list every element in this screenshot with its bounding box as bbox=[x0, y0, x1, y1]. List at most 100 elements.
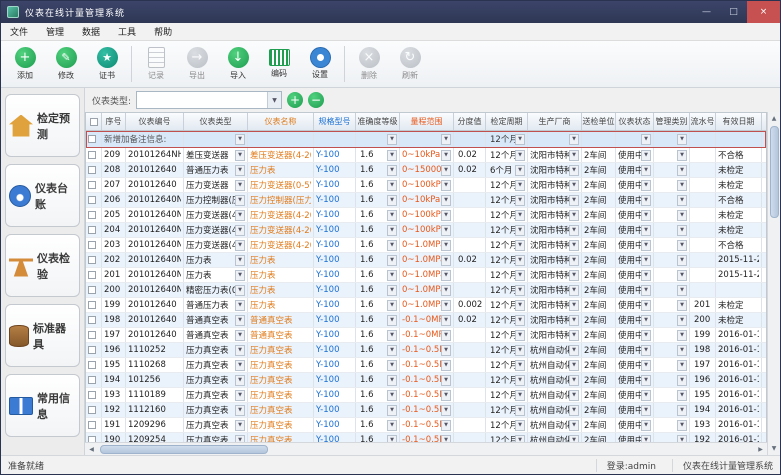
cell-range[interactable]: -0.1~0MPa▼ bbox=[400, 313, 454, 327]
chevron-down-icon[interactable]: ▼ bbox=[235, 210, 245, 221]
cell-model[interactable]: Y-100 bbox=[314, 388, 356, 402]
scroll-down-icon[interactable]: ▼ bbox=[768, 442, 781, 455]
cell-type[interactable]: 普通真空表▼ bbox=[184, 328, 248, 342]
cell-seq[interactable]: 190 bbox=[102, 433, 126, 442]
chevron-down-icon[interactable]: ▼ bbox=[441, 420, 451, 431]
cell-type[interactable]: 压力真空表▼ bbox=[184, 403, 248, 417]
cell-serial[interactable] bbox=[690, 131, 716, 147]
cell-model[interactable]: Y-100 bbox=[314, 208, 356, 222]
cell-valid[interactable]: 未检定 bbox=[716, 208, 762, 222]
chevron-down-icon[interactable]: ▼ bbox=[515, 225, 525, 236]
chevron-down-icon[interactable]: ▼ bbox=[677, 210, 687, 221]
cell-range[interactable]: 0~10kPa▼ bbox=[400, 193, 454, 207]
cell-category[interactable]: ▼ bbox=[654, 298, 690, 312]
cell-status[interactable]: 使用中▼ bbox=[616, 253, 654, 267]
cell-name[interactable]: 压力变送器(4-20mA) bbox=[248, 223, 314, 237]
cell-range[interactable]: -0.1~0.5MPa▼ bbox=[400, 403, 454, 417]
chevron-down-icon[interactable]: ▼ bbox=[441, 345, 451, 356]
cell-period[interactable]: 12个月▼ bbox=[486, 313, 528, 327]
chevron-down-icon[interactable]: ▼ bbox=[569, 360, 579, 371]
cell-period[interactable]: 12个月▼ bbox=[486, 238, 528, 252]
cell-category[interactable]: ▼ bbox=[654, 313, 690, 327]
cell-code[interactable]: 201012640NHhfhy bbox=[126, 193, 184, 207]
chevron-down-icon[interactable]: ▼ bbox=[569, 300, 579, 311]
settings-button[interactable]: 设置 bbox=[300, 43, 340, 86]
cell-range[interactable]: -0.1~0MPa▼ bbox=[400, 328, 454, 342]
chevron-down-icon[interactable]: ▼ bbox=[235, 150, 245, 161]
delete-button[interactable]: × 删除 bbox=[349, 43, 389, 86]
cell-valid[interactable]: 2016-01-19 bbox=[716, 343, 762, 357]
cell-check[interactable] bbox=[86, 433, 102, 442]
chevron-down-icon[interactable]: ▼ bbox=[677, 330, 687, 341]
cell-period[interactable]: 12个月▼ bbox=[486, 403, 528, 417]
chevron-down-icon[interactable]: ▼ bbox=[515, 315, 525, 326]
chevron-down-icon[interactable]: ▼ bbox=[515, 134, 525, 145]
cell-unit[interactable]: 2车间 bbox=[582, 298, 616, 312]
chevron-down-icon[interactable]: ▼ bbox=[569, 225, 579, 236]
chevron-down-icon[interactable]: ▼ bbox=[569, 240, 579, 251]
new-entry-row[interactable]: 新增加备注信息:▼▼▼12个月▼▼▼▼ bbox=[86, 131, 766, 148]
cell-code[interactable]: 20101264NHhfhy bbox=[126, 148, 184, 162]
cell-check[interactable] bbox=[86, 238, 102, 252]
column-header-valid[interactable]: 有效日期 bbox=[716, 113, 762, 130]
row-checkbox[interactable] bbox=[88, 181, 96, 189]
chevron-down-icon[interactable]: ▼ bbox=[641, 315, 651, 326]
chevron-down-icon[interactable]: ▼ bbox=[515, 270, 525, 281]
cell-valid[interactable]: 未检定 bbox=[716, 313, 762, 327]
chevron-down-icon[interactable]: ▼ bbox=[235, 435, 245, 443]
cell-serial[interactable] bbox=[690, 223, 716, 237]
cell-type[interactable]: 差压变送器▼ bbox=[184, 148, 248, 162]
cell-unit[interactable]: 2车间 bbox=[582, 313, 616, 327]
cell-period[interactable]: 12个月▼ bbox=[486, 253, 528, 267]
cell-check[interactable] bbox=[86, 373, 102, 387]
cell-unit[interactable]: 2车间 bbox=[582, 343, 616, 357]
chevron-down-icon[interactable]: ▼ bbox=[387, 150, 397, 161]
cell-division[interactable] bbox=[454, 238, 486, 252]
cell-check[interactable] bbox=[86, 343, 102, 357]
row-checkbox[interactable] bbox=[88, 346, 96, 354]
cell-manufacturer[interactable]: 沈阳市特种仪表厂▼ bbox=[528, 268, 582, 282]
chevron-down-icon[interactable]: ▼ bbox=[441, 134, 451, 145]
chevron-down-icon[interactable]: ▼ bbox=[235, 420, 245, 431]
chevron-down-icon[interactable]: ▼ bbox=[387, 405, 397, 416]
cell-unit[interactable]: 2车间 bbox=[582, 283, 616, 297]
cell-code[interactable]: 201012640 bbox=[126, 178, 184, 192]
record-button[interactable]: 记录 bbox=[136, 43, 176, 86]
chevron-down-icon[interactable]: ▼ bbox=[641, 180, 651, 191]
chevron-down-icon[interactable]: ▼ bbox=[441, 150, 451, 161]
cell-division[interactable] bbox=[454, 358, 486, 372]
cell-category[interactable]: ▼ bbox=[654, 433, 690, 442]
cell-type[interactable]: 精密压力表(0.4-0.25)▼ bbox=[184, 283, 248, 297]
cell-status[interactable]: 使用中▼ bbox=[616, 283, 654, 297]
row-checkbox[interactable] bbox=[88, 391, 96, 399]
cell-code[interactable]: 201012640 bbox=[126, 163, 184, 177]
cell-name[interactable]: 差压变送器(4-20mA) bbox=[248, 148, 314, 162]
cell-range[interactable]: 0~10kPa▼ bbox=[400, 148, 454, 162]
cell-division[interactable]: 0.02 bbox=[454, 148, 486, 162]
cell-status[interactable]: 使用中▼ bbox=[616, 298, 654, 312]
cell-name[interactable]: 压力真空表 bbox=[248, 403, 314, 417]
chevron-down-icon[interactable]: ▼ bbox=[641, 345, 651, 356]
chevron-down-icon[interactable]: ▼ bbox=[641, 330, 651, 341]
chevron-down-icon[interactable]: ▼ bbox=[677, 435, 687, 443]
chevron-down-icon[interactable]: ▼ bbox=[441, 165, 451, 176]
cell-check[interactable] bbox=[86, 298, 102, 312]
chevron-down-icon[interactable]: ▼ bbox=[569, 180, 579, 191]
cell-name[interactable]: 压力真空表 bbox=[248, 373, 314, 387]
chevron-down-icon[interactable]: ▼ bbox=[441, 240, 451, 251]
cell-name[interactable]: 压力表 bbox=[248, 163, 314, 177]
add-button[interactable]: + 添加 bbox=[5, 43, 45, 86]
cell-division[interactable] bbox=[454, 403, 486, 417]
chevron-down-icon[interactable]: ▼ bbox=[569, 435, 579, 443]
cell-unit[interactable]: 2车间 bbox=[582, 163, 616, 177]
cell-category[interactable]: ▼ bbox=[654, 388, 690, 402]
cell-status[interactable]: 使用中▼ bbox=[616, 403, 654, 417]
table-row[interactable]: 1911209296压力真空表▼压力真空表Y-1001.6▼-0.1~0.5MP… bbox=[86, 418, 766, 433]
chevron-down-icon[interactable]: ▼ bbox=[641, 210, 651, 221]
cell-type[interactable]: 普通压力表▼ bbox=[184, 298, 248, 312]
row-checkbox[interactable] bbox=[88, 376, 96, 384]
cell-range[interactable]: -0.1~0.5MPa▼ bbox=[400, 388, 454, 402]
column-header-period[interactable]: 检定周期 bbox=[486, 113, 528, 130]
chevron-down-icon[interactable]: ▼ bbox=[515, 195, 525, 206]
cell-serial[interactable]: 193 bbox=[690, 418, 716, 432]
